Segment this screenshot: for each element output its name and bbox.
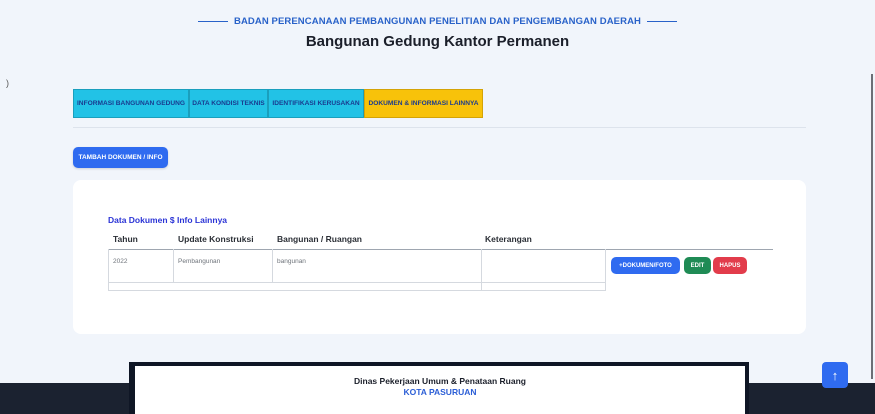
footer-panel: Dinas Pekerjaan Umum & Penataan Ruang KO… [135,366,745,414]
edit-button[interactable]: EDIT [684,257,711,274]
back-to-top-button[interactable]: ↑ [822,362,848,388]
tab-data-kondisi-teknis[interactable]: DATA KONDISI TEKNIS [189,89,268,118]
column-header-tahun: Tahun [113,234,138,244]
table-bottom-rule [108,290,606,291]
scrollbar[interactable] [871,74,873,379]
agency-subtitle-text: BADAN PERENCANAAN PEMBANGUNAN PENELITIAN… [234,16,641,27]
column-header-keterangan: Keterangan [485,234,532,244]
table-col-line [605,249,606,291]
subtitle-dash-left [198,20,228,22]
cell-bangunan: bangunan [277,258,306,265]
arrow-up-icon: ↑ [831,367,839,383]
table-header-rule [108,249,773,250]
tab-dokumen-informasi[interactable]: DOKUMEN & INFORMASI LAINNYA [364,89,483,118]
delete-button[interactable]: HAPUS [713,257,747,274]
stray-character: ) [6,78,9,88]
agency-subtitle: BADAN PERENCANAAN PEMBANGUNAN PENELITIAN… [0,16,875,27]
footer-city: KOTA PASURUAN [403,387,477,397]
page-title: Bangunan Gedung Kantor Permanen [305,33,570,50]
table-col-line [481,249,482,291]
tab-identifikasi-kerusakan[interactable]: IDENTIFIKASI KERUSAKAN [268,89,364,118]
tab-divider [73,127,806,128]
add-document-button[interactable]: TAMBAH DOKUMEN / INFO [73,147,168,168]
table-col-line [173,249,174,283]
table-col-line [108,249,109,291]
column-header-update: Update Konstruksi [178,234,254,244]
tab-bar: INFORMASI BANGUNAN GEDUNG DATA KONDISI T… [73,89,483,118]
cell-update: Pembangunan [178,258,221,265]
cell-tahun: 2022 [113,258,128,265]
column-header-bangunan: Bangunan / Ruangan [277,234,362,244]
table-col-line [272,249,273,283]
subtitle-dash-right [647,20,677,22]
add-document-photo-button[interactable]: +DOKUMEN/FOTO [611,257,680,274]
table-title: Data Dokumen $ Info Lainnya [108,215,228,225]
footer-agency: Dinas Pekerjaan Umum & Penataan Ruang [354,376,526,386]
table-row-rule [108,282,606,283]
tab-informasi-bangunan[interactable]: INFORMASI BANGUNAN GEDUNG [73,89,189,118]
